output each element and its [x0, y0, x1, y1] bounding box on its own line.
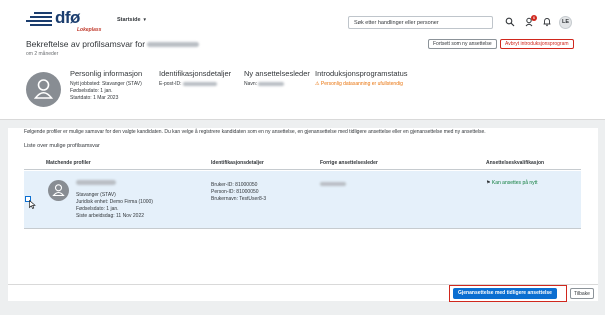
chevron-down-icon: ▼	[142, 17, 148, 22]
matching-profiles-panel: Følgende profiler er mulige samsvar for …	[8, 128, 598, 284]
candidate-avatar	[26, 72, 61, 107]
birth-date: Fødselsdato: 1 jan.	[70, 88, 113, 94]
table-row[interactable]: Stavanger (STAV) Juridisk enhet: Demo Fi…	[24, 171, 581, 229]
redacted-manager	[258, 81, 285, 86]
notification-count-badge: 6	[531, 15, 537, 21]
redacted-profile-name	[76, 180, 116, 186]
manager-name: Navn:	[244, 81, 285, 87]
person-icon	[52, 184, 65, 197]
shell-bar: dfø Lokeplass Startside ▼ Søk etter handl…	[0, 0, 605, 34]
redacted-email	[182, 81, 217, 86]
logo-subtitle: Lokeplass	[77, 27, 102, 33]
ident-details-title: Identifikasjonsdetaljer	[159, 69, 232, 78]
person-icon	[33, 79, 54, 99]
profile-user-id: Bruker-ID: 81000050	[211, 182, 258, 188]
rehire-qualification: ⚑ Kan ansettes på nytt	[486, 180, 537, 186]
profile-legal-entity: Juridisk enhet: Demo Firma (1000)	[76, 199, 153, 205]
email-id: E-post-ID:	[159, 81, 217, 87]
list-title: Liste over mulige profilsamsvar	[24, 143, 100, 149]
page-title: Bekreftelse av profilsamsvar for	[26, 39, 200, 49]
personal-info-title: Personlig informasjon	[70, 69, 143, 78]
page-subtitle: om 2 måneder	[26, 51, 59, 57]
new-manager-title: Ny ansettelsesleder	[244, 69, 310, 78]
column-header: Forrige ansettelsesleder	[320, 160, 378, 166]
rehire-with-previous-employment-button[interactable]: Gjenansettelse med tidligere ansettelse	[453, 288, 557, 299]
back-button[interactable]: Tilbake	[570, 288, 594, 299]
new-workplace: Nytt jobbsted: Stavanger (STAV)	[70, 81, 142, 87]
profile-last-workday: Siste arbeidsdag: 11 Nov 2022	[76, 213, 145, 219]
manager-name-label: Navn:	[244, 81, 258, 87]
nav-menu-startside[interactable]: Startside ▼	[117, 17, 147, 23]
continue-as-new-hire-button[interactable]: Fortsett som ny ansettelse	[428, 39, 497, 49]
footer-toolbar: Gjenansettelse med tidligere ansettelse …	[8, 284, 598, 302]
profile-birth-date: Fødselsdato: 1 jan.	[76, 206, 119, 212]
column-header: Ansettelseskvalifikasjon	[486, 160, 545, 166]
column-header: Matchende profiler	[46, 160, 91, 166]
mouse-cursor-icon	[29, 200, 36, 209]
rehire-qualification-text: Kan ansettes på nytt	[491, 180, 538, 186]
info-message: Følgende profiler er mulige samsvar for …	[24, 129, 486, 135]
bell-icon[interactable]	[542, 17, 552, 27]
logo-word: dfø	[55, 8, 80, 27]
nav-menu-label: Startside	[117, 17, 141, 23]
start-date: Startdato: 1 Mar 2023	[70, 95, 119, 101]
cancel-onboarding-button[interactable]: Avbryt introduksjonsprogram	[500, 39, 574, 49]
redacted-name	[147, 42, 200, 48]
email-id-label: E-post-ID:	[159, 81, 182, 87]
table-header: Matchende profiler Identifikasjonsdetalj…	[24, 157, 581, 170]
profile-workplace: Stavanger (STAV)	[76, 192, 116, 198]
warning-icon: ⚠	[315, 81, 320, 87]
logo-stripes-icon	[26, 12, 52, 28]
user-avatar[interactable]: LE	[559, 16, 572, 29]
profile-avatar	[48, 180, 69, 201]
object-header: Bekreftelse av profilsamsvar for om 2 må…	[0, 34, 605, 120]
status-warning: ⚠ Personlig datasanning er ufullstendig	[315, 81, 403, 87]
profile-username: Brukernavn: TestUser8-3	[211, 196, 267, 202]
onboarding-status-title: Introduksjonsprogramstatus	[315, 69, 408, 78]
dfo-logo[interactable]: dfø Lokeplass	[26, 8, 106, 33]
column-header: Identifikasjonsdetaljer	[211, 160, 264, 166]
redacted-previous-manager	[320, 181, 346, 187]
search-input[interactable]: Søk etter handlinger eller personer	[348, 16, 493, 29]
status-warning-text: Personlig datasanning er ufullstendig	[320, 81, 403, 87]
flag-icon: ⚑	[486, 180, 491, 186]
search-icon[interactable]	[505, 17, 515, 27]
page-title-text: Bekreftelse av profilsamsvar for	[26, 39, 146, 49]
profile-person-id: Person-ID: 81000050	[211, 189, 259, 195]
